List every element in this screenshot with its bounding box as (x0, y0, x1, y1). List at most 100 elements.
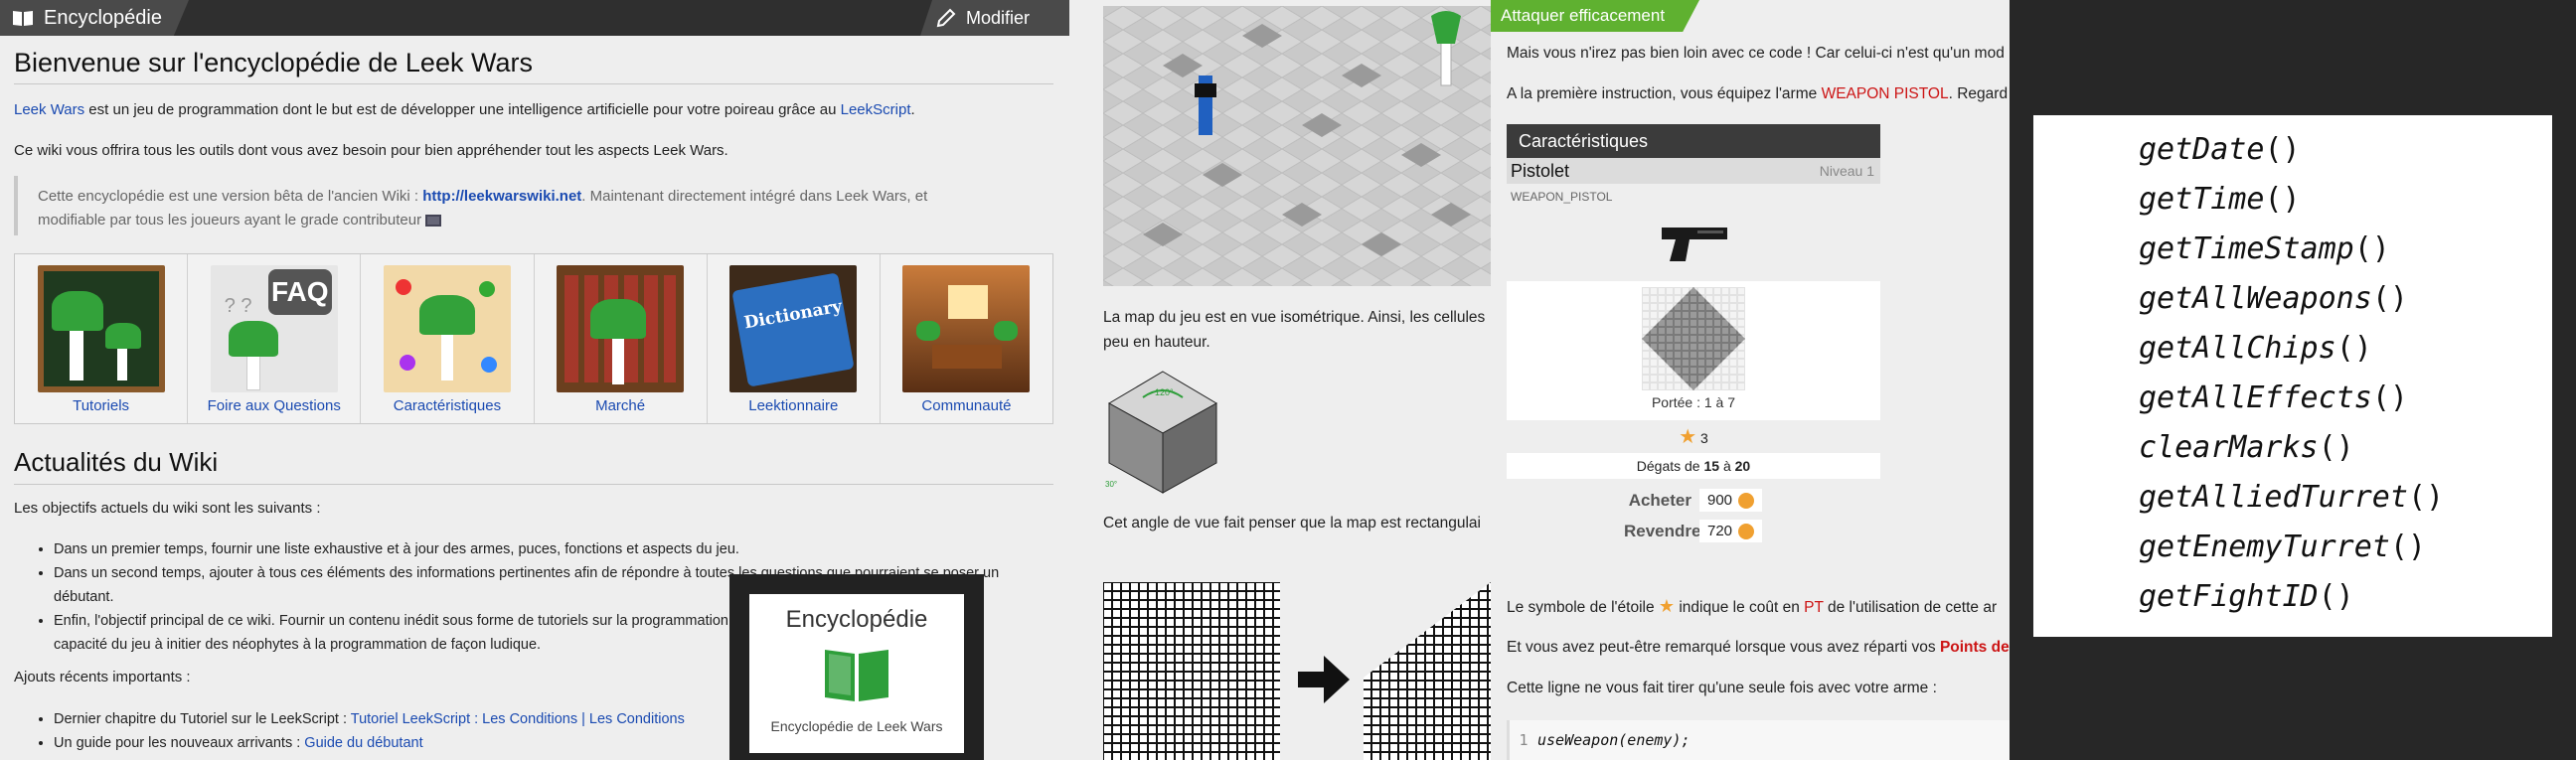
habs-coin-icon (1738, 523, 1755, 539)
dictionary-book-icon: Dictionary (729, 265, 858, 392)
function-parens: () (2407, 480, 2445, 515)
community-room-icon (902, 265, 1031, 392)
damage-min: 15 (1703, 458, 1720, 474)
isometric-grid-icon (1103, 6, 1491, 286)
damage-text: Dégats de (1636, 458, 1704, 474)
function-item[interactable]: getDate() (2033, 125, 2552, 175)
header-title: Encyclopédie (44, 6, 162, 29)
function-item[interactable]: getTimeStamp() (2033, 225, 2552, 274)
function-name: getEnemyTurret (2139, 530, 2390, 564)
function-item[interactable]: getTime() (2033, 175, 2552, 225)
paragraph-text: de l'utilisation de cette ar (1823, 599, 1998, 616)
category-market[interactable]: Marché (535, 254, 708, 423)
buy-row: Acheter 900 (1507, 489, 1880, 512)
category-grid: Tutoriels FAQ ? ? Foire aux Questions Ca… (14, 253, 1053, 424)
function-parens: () (2389, 530, 2426, 564)
faq-bubble: FAQ (267, 269, 332, 315)
function-parens: () (2353, 231, 2390, 266)
function-name: getAllWeapons (2139, 281, 2372, 316)
book-icon (13, 11, 33, 26)
computer-icon (425, 215, 442, 228)
pt-link[interactable]: PT (1804, 599, 1824, 616)
category-characteristics[interactable]: Caractéristiques (361, 254, 535, 423)
beta-notice: Cette encyclopédie est une version bêta … (14, 176, 1053, 235)
category-label: Tutoriels (73, 397, 130, 414)
category-community[interactable]: Communauté (881, 254, 1052, 423)
function-item[interactable]: clearMarks() (2033, 423, 2552, 473)
leekscript-link[interactable]: LeekScript (841, 101, 911, 118)
intro-end: . (910, 101, 915, 118)
sell-price: 720 (1707, 523, 1733, 539)
function-item[interactable]: getAlliedTurret() (2033, 473, 2552, 523)
news-heading: Actualités du Wiki (14, 447, 219, 477)
intro-text: est un jeu de programmation dont le but … (84, 101, 841, 118)
weapon-name: Pistolet (1511, 160, 1570, 181)
paragraph-text: A la première instruction, vous équipez … (1507, 85, 1822, 102)
list-item: Un guide pour les nouveaux arrivants : G… (54, 731, 685, 755)
rect-caption: Cet angle de vue fait penser que la map … (1103, 515, 1481, 532)
function-name: getAllChips (2139, 331, 2336, 366)
edit-button[interactable]: Modifier (920, 0, 1069, 36)
tutorial-conditions-link[interactable]: Tutoriel LeekScript : Les Conditions | L… (351, 711, 685, 727)
weapon-card: Caractéristiques Pistolet Niveau 1 WEAPO… (1507, 124, 1880, 542)
range-text: Portée : 1 à 7 (1651, 394, 1736, 410)
function-item[interactable]: getFightID() (2033, 572, 2552, 622)
function-parens: () (2318, 430, 2354, 465)
old-wiki-link[interactable]: http://leekwarswiki.net (422, 188, 581, 205)
category-dictionary[interactable]: Dictionary Leektionnaire (708, 254, 881, 423)
beginner-guide-link[interactable]: Guide du débutant (304, 735, 422, 751)
objectives-intro: Les objectifs actuels du wiki sont les s… (14, 500, 321, 517)
function-name: getFightID (2139, 579, 2319, 614)
category-faq[interactable]: FAQ ? ? Foire aux Questions (188, 254, 362, 423)
function-name: getAlliedTurret (2139, 480, 2408, 515)
function-item[interactable]: getAllEffects() (2033, 374, 2552, 423)
intro-paragraph: Leek Wars est un jeu de programmation do… (14, 101, 915, 118)
paragraph-text: Le symbole de l'étoile (1507, 599, 1655, 616)
star-icon: ★ (1679, 426, 1697, 448)
notice-text-2: . Maintenant directement intégré dans Le… (581, 188, 928, 205)
paragraph-text: indique le coût en (1675, 599, 1805, 616)
leekwars-link[interactable]: Leek Wars (14, 101, 84, 118)
buy-price-button[interactable]: 900 (1699, 489, 1763, 512)
points-link[interactable]: Points de (1940, 639, 2010, 656)
habs-coin-icon (1738, 492, 1755, 509)
encyclopedia-tab[interactable]: Encyclopédie (0, 0, 189, 36)
angle-label-top: 120° (1155, 387, 1174, 397)
function-parens: () (2264, 132, 2301, 167)
paragraph: Et vous avez peut-être remarqué lorsque … (1507, 635, 2010, 660)
category-tutorials[interactable]: Tutoriels (15, 254, 189, 423)
range-box: Portée : 1 à 7 (1507, 281, 1880, 420)
weapon-pistol-link[interactable]: WEAPON PISTOL (1822, 85, 1949, 102)
cost-value: 3 (1700, 430, 1708, 446)
code-block: 1 useWeapon(enemy); (1507, 720, 2010, 760)
weapon-name-row: Pistolet Niveau 1 (1507, 158, 1880, 184)
category-label: Foire aux Questions (207, 397, 341, 414)
recent-text: Un guide pour les nouveaux arrivants : (54, 735, 305, 751)
sell-price-button[interactable]: 720 (1699, 520, 1763, 542)
cost-row: ★ 3 (1507, 424, 1880, 449)
function-name: getTime (2139, 182, 2265, 217)
grid-transform-diagram (1103, 582, 1491, 760)
encyclopedia-card[interactable]: Encyclopédie Encyclopédie de Leek Wars (729, 574, 984, 760)
angle-label-bottom: 30° (1105, 480, 1117, 489)
encyclopedia-panel: Encyclopédie Modifier Bienvenue sur l'en… (0, 0, 1069, 760)
function-item[interactable]: getEnemyTurret() (2033, 523, 2552, 572)
function-name: clearMarks (2139, 430, 2319, 465)
map-caption: La map du jeu est en vue isométrique. Ai… (1103, 309, 1486, 326)
weapon-code: WEAPON_PISTOL (1511, 190, 1613, 204)
divider (14, 484, 1053, 485)
range-diamond-icon (1642, 287, 1745, 390)
sell-row: Revendre 720 (1507, 520, 1880, 542)
category-label: Communauté (921, 397, 1012, 414)
function-item[interactable]: getAllChips() (2033, 324, 2552, 374)
category-label: Caractéristiques (393, 397, 502, 414)
arrow-right-icon (1298, 656, 1350, 703)
damage-row: Dégats de 15 à 20 (1507, 453, 1880, 479)
function-item[interactable]: getAllWeapons() (2033, 274, 2552, 324)
function-parens: () (2371, 281, 2408, 316)
page-title: Bienvenue sur l'encyclopédie de Leek War… (14, 48, 533, 77)
isometric-cube-icon: 120° 30° (1105, 371, 1218, 494)
line-number: 1 (1519, 731, 1529, 749)
list-item: Dernier chapitre du Tutoriel sur le Leek… (54, 707, 685, 731)
function-name: getTimeStamp (2139, 231, 2354, 266)
